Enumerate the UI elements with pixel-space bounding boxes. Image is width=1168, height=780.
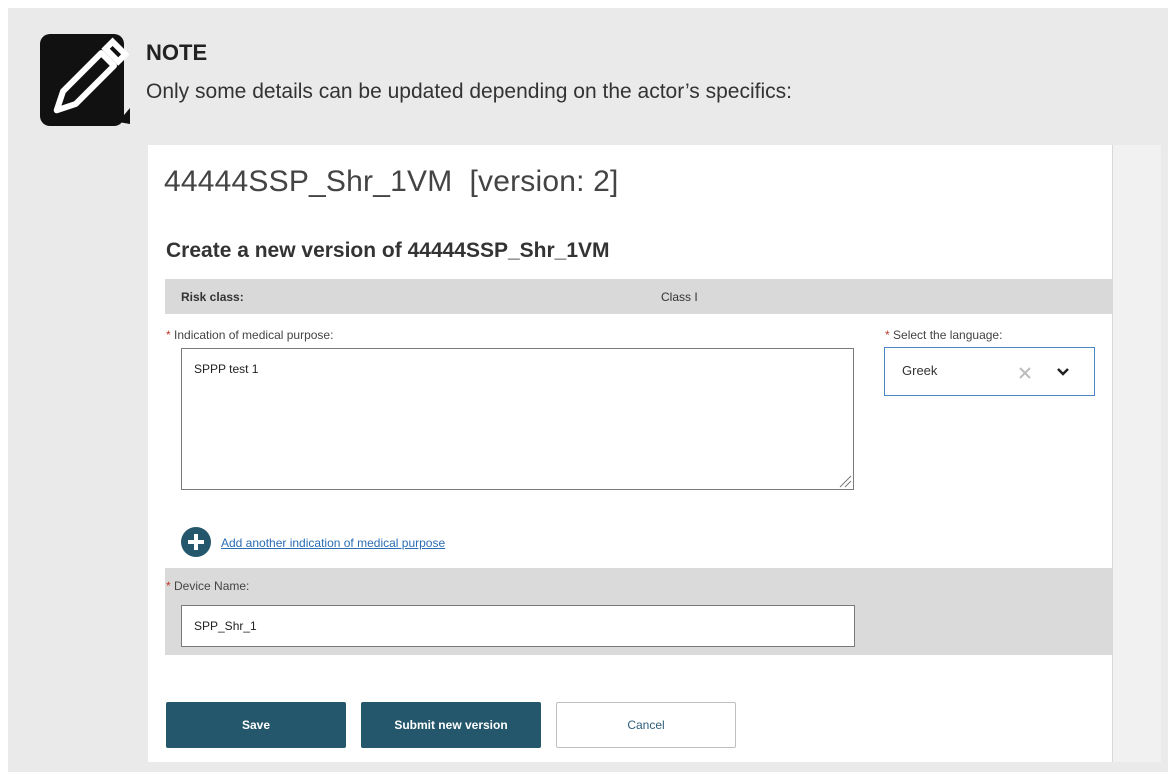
- required-mark: *: [885, 328, 890, 342]
- device-name-label: * Device Name:: [166, 579, 249, 593]
- cancel-button[interactable]: Cancel: [556, 702, 736, 748]
- note-text: Only some details can be updated dependi…: [146, 80, 792, 103]
- side-strip: [1112, 145, 1161, 762]
- device-name-label-text: Device Name:: [174, 579, 250, 593]
- save-button[interactable]: Save: [166, 702, 346, 748]
- required-mark: *: [166, 579, 171, 593]
- risk-class-row: Risk class: Class I: [165, 279, 1112, 314]
- indication-label-text: Indication of medical purpose:: [174, 328, 334, 342]
- add-indication-link[interactable]: Add another indication of medical purpos…: [221, 536, 445, 550]
- pencil-icon: [40, 34, 130, 126]
- language-label-text: Select the language:: [893, 328, 1003, 342]
- language-select[interactable]: Greek: [884, 347, 1095, 396]
- language-label: * Select the language:: [885, 328, 1002, 342]
- indication-label: * Indication of medical purpose:: [166, 328, 333, 342]
- device-name-row: * Device Name:: [165, 568, 1112, 655]
- risk-class-label: Risk class:: [181, 290, 244, 304]
- submit-new-version-button[interactable]: Submit new version: [361, 702, 541, 748]
- risk-class-value: Class I: [661, 290, 698, 304]
- clear-icon[interactable]: [1019, 367, 1031, 379]
- page-title: 44444SSP_Shr_1VM [version: 2]: [164, 165, 619, 198]
- note-title: NOTE: [146, 40, 208, 65]
- resize-grip-icon[interactable]: [838, 474, 852, 488]
- device-name-input[interactable]: [181, 605, 855, 647]
- section-title: Create a new version of 44444SSP_Shr_1VM: [166, 239, 610, 262]
- required-mark: *: [166, 328, 171, 342]
- add-circle-icon[interactable]: [181, 527, 211, 557]
- form-panel: 44444SSP_Shr_1VM [version: 2] Create a n…: [148, 145, 1112, 762]
- indication-textarea[interactable]: SPPP test 1: [181, 348, 854, 490]
- chevron-down-icon[interactable]: [1056, 366, 1070, 378]
- language-selected-value: Greek: [902, 363, 938, 378]
